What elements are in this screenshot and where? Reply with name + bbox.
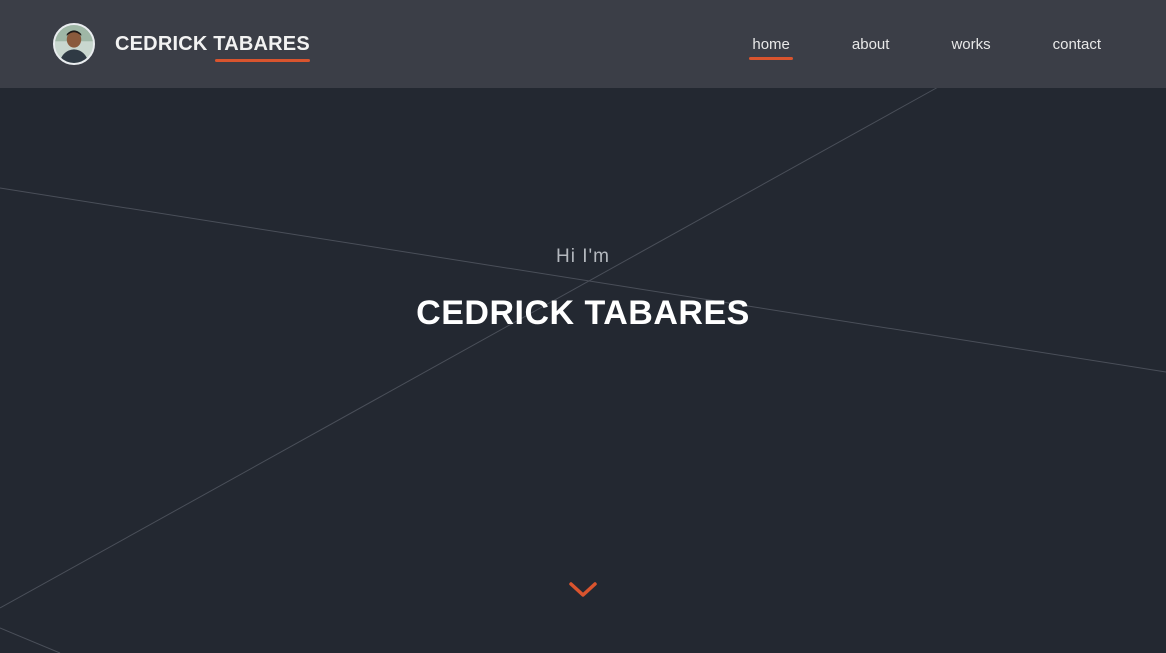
chevron-down-icon <box>569 582 597 597</box>
brand-underline <box>214 59 310 62</box>
scroll-down-button[interactable] <box>567 578 599 602</box>
brand-name: CEDRICK TABARES <box>115 22 310 66</box>
nav-home[interactable]: home <box>749 30 793 60</box>
main-nav: home about works contact <box>693 0 1104 88</box>
profile-photo-icon <box>55 25 93 63</box>
hero-greeting: Hi I'm <box>556 246 610 267</box>
nav-works[interactable]: works <box>948 30 993 59</box>
avatar <box>53 23 95 65</box>
nav-contact[interactable]: contact <box>1050 30 1104 59</box>
brand-link[interactable]: CEDRICK TABARES <box>53 22 310 66</box>
navbar: CEDRICK TABARES home about works contact <box>0 0 1166 88</box>
nav-about[interactable]: about <box>849 30 893 59</box>
page: CEDRICK TABARES home about works contact… <box>0 0 1166 653</box>
hero-section: Hi I'm CEDRICK TABARES <box>0 88 1166 653</box>
hero-name: CEDRICK TABARES <box>416 294 750 332</box>
